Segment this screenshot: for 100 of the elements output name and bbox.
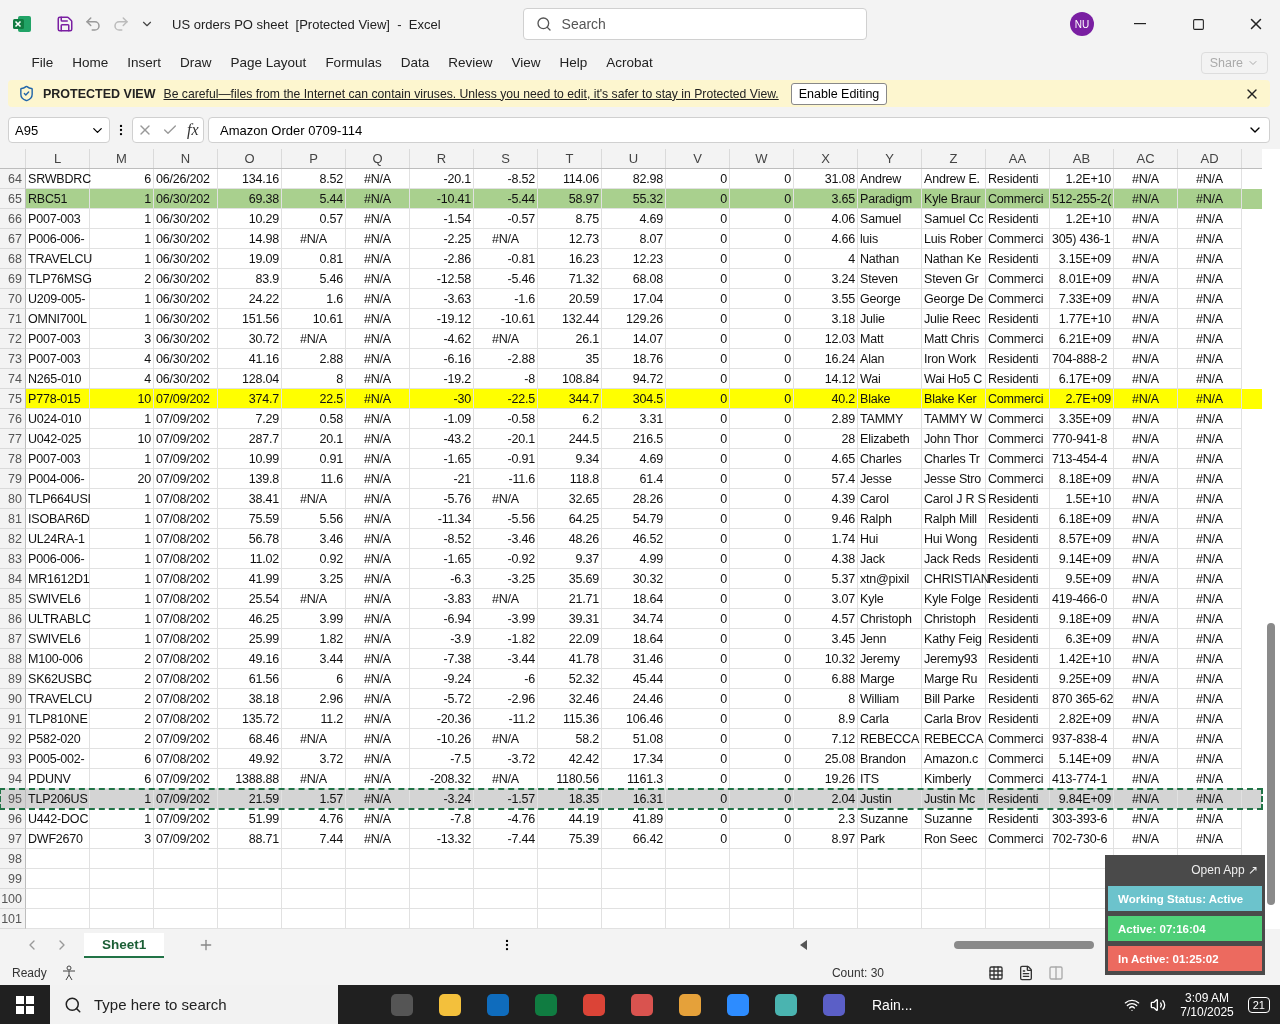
row-header[interactable]: 64 [0, 169, 26, 190]
normal-view-icon[interactable] [988, 965, 1004, 982]
row-header[interactable]: 77 [0, 429, 26, 450]
column-header[interactable]: AC [1114, 149, 1178, 169]
column-header[interactable]: S [474, 149, 538, 169]
row-header[interactable]: 91 [0, 709, 26, 730]
column-header[interactable]: T [538, 149, 602, 169]
speaker-icon[interactable] [1150, 996, 1167, 1013]
ribbon-tab[interactable]: Help [549, 55, 597, 71]
row-header[interactable]: 97 [0, 829, 26, 850]
row-header[interactable]: 85 [0, 589, 26, 610]
row-header[interactable]: 79 [0, 469, 26, 490]
column-header[interactable]: AA [986, 149, 1050, 169]
row-header[interactable]: 65 [0, 189, 26, 210]
row-header[interactable]: 74 [0, 369, 26, 390]
row-header[interactable]: 101 [0, 909, 26, 930]
column-header[interactable]: N [154, 149, 218, 169]
column-header[interactable]: V [666, 149, 730, 169]
row-header[interactable]: 94 [0, 769, 26, 790]
ribbon-tab[interactable]: Review [438, 55, 502, 71]
accessibility-icon[interactable] [60, 965, 77, 982]
column-header[interactable]: U [602, 149, 666, 169]
row-header[interactable]: 69 [0, 269, 26, 290]
scroll-left-icon[interactable] [800, 940, 808, 951]
table-cell: 0 [666, 829, 730, 850]
row-header[interactable]: 90 [0, 689, 26, 710]
clock-date[interactable]: 7/10/2025 [1180, 1004, 1234, 1019]
table-row[interactable]: 94 PDUNV 6 07/09/202 1388.88 #N/A #N/A -208.32 #N/A 1180.56 1161.3 0 0 19.26 ITS Kimberly Commerci 413-774-1 #N/A #N/A [0, 769, 1262, 790]
column-header[interactable]: AB [1050, 149, 1114, 169]
row-header[interactable]: 71 [0, 309, 26, 330]
row-header[interactable]: 75 [0, 389, 26, 410]
table-row[interactable]: 95 TLP206US 1 07/09/202 21.59 1.57 #N/A -3.24 -1.57 18.35 16.31 0 0 2.04 Justin Justin Mc Residenti 9.84E+09 #N/A #N/A [0, 789, 1262, 810]
row-header[interactable]: 73 [0, 349, 26, 370]
table-cell: 0 [730, 829, 794, 850]
open-app-link[interactable]: Open App ↗ [1187, 859, 1262, 881]
table-row[interactable]: 65 RBC51 1 06/30/202 69.38 5.44 #N/A -10.41 -5.44 58.97 55.32 0 0 3.65 Paradigm Kyle Braur Commerci 512-255-2( #N/A #N/A [0, 189, 1262, 210]
row-header[interactable]: 88 [0, 649, 26, 670]
status-item: Active: 07:16:04 [1108, 916, 1262, 941]
protected-view-message[interactable]: Be careful—files from the Internet can contain viruses. Unless you need to edit, it's safer to stay in Protected View. [163, 86, 779, 101]
ribbon-tab[interactable]: File [22, 55, 63, 71]
ribbon-tab[interactable]: Insert [117, 55, 171, 71]
row-header[interactable]: 67 [0, 229, 26, 250]
enable-editing-button[interactable]: Enable Editing [790, 82, 888, 105]
row-header[interactable]: 93 [0, 749, 26, 770]
clock-time[interactable]: 3:09 AM [1185, 990, 1230, 1005]
row-header[interactable]: 100 [0, 889, 26, 910]
row-header[interactable]: 76 [0, 409, 26, 430]
status-count: Count: 30 [831, 966, 884, 981]
row-header[interactable]: 81 [0, 509, 26, 530]
row-header[interactable]: 83 [0, 549, 26, 570]
row-header[interactable]: 89 [0, 669, 26, 690]
row-header[interactable]: 96 [0, 809, 26, 830]
row-header[interactable]: 84 [0, 569, 26, 590]
row-header[interactable]: 82 [0, 529, 26, 550]
column-header[interactable]: W [730, 149, 794, 169]
ribbon-tab[interactable]: Data [391, 55, 439, 71]
column-header[interactable]: Q [346, 149, 410, 169]
column-header[interactable]: P [282, 149, 346, 169]
taskbar-search-field[interactable]: Type here to search [50, 985, 338, 1024]
row-header[interactable]: 98 [0, 849, 26, 870]
ribbon-tab[interactable]: Page Layout [221, 55, 316, 71]
user-avatar[interactable]: NU [1070, 12, 1094, 36]
column-header[interactable]: R [410, 149, 474, 169]
page-layout-icon[interactable] [1018, 965, 1034, 982]
row-header[interactable]: 87 [0, 629, 26, 650]
status-item: In Active: 01:25:02 [1108, 946, 1262, 971]
ribbon-tab[interactable]: Home [62, 55, 118, 71]
row-header[interactable]: 80 [0, 489, 26, 510]
windows-start-icon[interactable] [16, 995, 34, 1014]
column-header[interactable]: M [90, 149, 154, 169]
ribbon-tab[interactable]: View [501, 55, 550, 71]
row-header[interactable]: 78 [0, 449, 26, 470]
column-header[interactable]: X [794, 149, 858, 169]
column-header[interactable]: Y [858, 149, 922, 169]
sheet-tab[interactable]: Sheet1 [84, 932, 165, 958]
table-row[interactable]: 96 U442-DOC 1 07/09/202 51.99 4.76 #N/A -7.8 -4.76 44.19 41.89 0 0 2.3 Suzanne Suzanne Residenti 303-393-6 #N/A #N/A [0, 809, 1262, 830]
notification-count[interactable]: 21 [1247, 996, 1270, 1013]
table-row[interactable]: 75 P778-015 10 07/09/202 374.7 22.5 #N/A -30 -22.5 344.7 304.5 0 0 40.2 Blake Blake Ker Commerci 2.7E+09 #N/A #N/A [0, 389, 1262, 410]
save-icon[interactable] [56, 15, 74, 33]
search-field[interactable]: Search [522, 8, 867, 40]
row-header[interactable]: 92 [0, 729, 26, 750]
row-header[interactable]: 70 [0, 289, 26, 310]
row-header[interactable]: 86 [0, 609, 26, 630]
excel-logo-icon [12, 14, 32, 34]
name-box[interactable]: A95 [8, 117, 110, 144]
ribbon-tab[interactable]: Acrobat [596, 55, 663, 71]
row-header[interactable]: 68 [0, 249, 26, 270]
column-header[interactable]: L [26, 149, 90, 169]
insert-function-button[interactable]: fx [187, 121, 199, 140]
column-header[interactable]: AD [1178, 149, 1242, 169]
row-header[interactable]: 66 [0, 209, 26, 230]
column-header[interactable]: Z [922, 149, 986, 169]
column-header[interactable]: O [218, 149, 282, 169]
row-header[interactable]: 99 [0, 869, 26, 890]
formula-field[interactable]: Amazon Order 0709-114 [208, 117, 1270, 144]
weather-text[interactable]: Rain... [872, 996, 913, 1013]
ribbon-tab[interactable]: Draw [170, 55, 222, 71]
ribbon-tab[interactable]: Formulas [315, 55, 392, 71]
row-header[interactable]: 72 [0, 329, 26, 350]
undo-icon[interactable] [84, 15, 102, 33]
